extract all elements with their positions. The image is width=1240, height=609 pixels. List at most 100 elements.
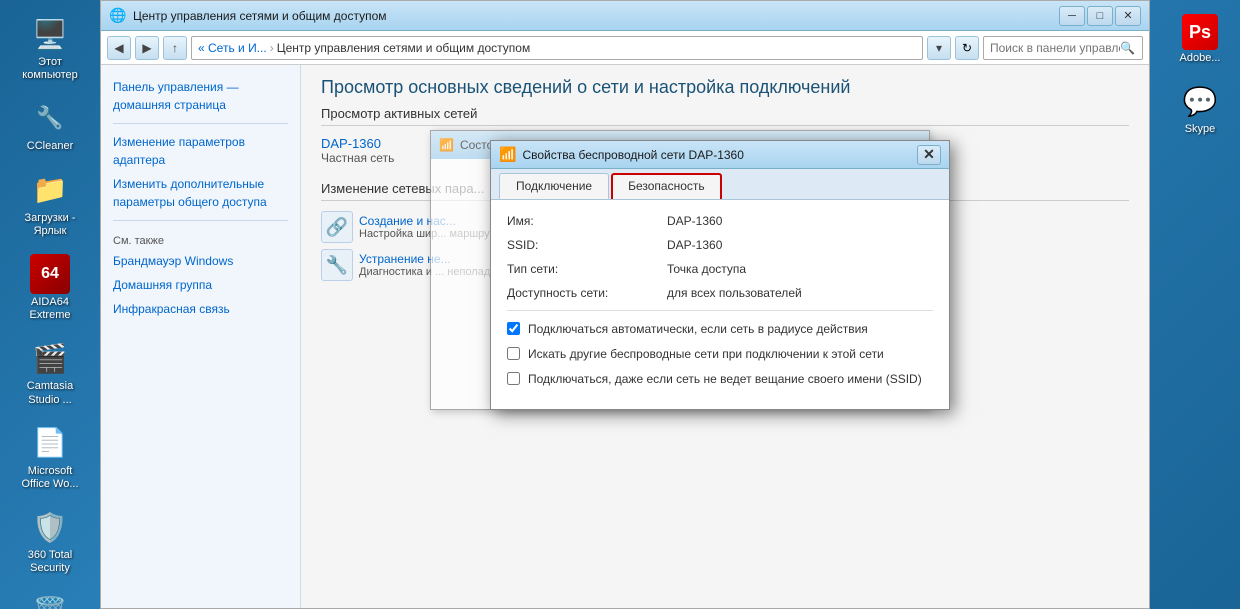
desktop: 🖥️ Этот компьютер 🔧 CCleaner 📁 Загрузки … (0, 0, 1240, 609)
checkbox-search-others: Искать другие беспроводные сети при подк… (507, 346, 933, 363)
page-title: Просмотр основных сведений о сети и наст… (321, 77, 1129, 98)
desktop-icon-label: Skype (1185, 123, 1216, 136)
desktop-icons-left: 🖥️ Этот компьютер 🔧 CCleaner 📁 Загрузки … (0, 0, 100, 609)
breadcrumb-current: Центр управления сетями и общим доступом (277, 41, 531, 55)
desktop-icon-this-computer[interactable]: 🖥️ Этот компьютер (10, 10, 90, 86)
sidebar-home-link[interactable]: Панель управления — домашняя страница (101, 75, 300, 117)
aida64-icon: 64 (30, 254, 70, 294)
search-icon: 🔍 (1120, 41, 1135, 55)
desktop-icon-ccleaner[interactable]: 🔧 CCleaner (10, 94, 90, 157)
field-label-name: Имя: (507, 214, 667, 228)
window-controls: ─ □ ✕ (1059, 6, 1141, 26)
close-button[interactable]: ✕ (1115, 6, 1141, 26)
sidebar: Панель управления — домашняя страница Из… (101, 65, 301, 608)
create-icon: 🔗 (321, 211, 353, 243)
dialog-title-bar: 📶 Свойства беспроводной сети DAP-1360 ✕ (491, 141, 949, 169)
desktop-icon-label: Adobe... (1180, 52, 1221, 65)
desktop-icon-label: 360 Total Security (14, 549, 86, 575)
tab-connection[interactable]: Подключение (499, 173, 609, 199)
breadcrumb-separator: › (270, 41, 274, 55)
checkbox-auto-connect-label[interactable]: Подключаться автоматически, если сеть в … (528, 321, 868, 338)
zagruzki-icon: 📁 (30, 170, 70, 210)
field-value-name: DAP-1360 (667, 214, 722, 228)
computer-icon: 🖥️ (30, 14, 70, 54)
up-button[interactable]: ↑ (163, 36, 187, 60)
checkbox-auto-connect-input[interactable] (507, 322, 520, 335)
checkbox-search-others-label[interactable]: Искать другие беспроводные сети при подк… (528, 346, 884, 363)
adobe-right-icon: Ps (1182, 14, 1218, 50)
sidebar-link-infrared[interactable]: Инфракрасная связь (101, 297, 300, 321)
window-icon: 🌐 (109, 7, 127, 25)
field-label-availability: Доступность сети: (507, 286, 667, 300)
desktop-icon-aida64[interactable]: 64 AIDA64 Extreme (10, 250, 90, 326)
checkbox-no-broadcast: Подключаться, даже если сеть не ведет ве… (507, 371, 933, 388)
desktop-icon-zagruzki[interactable]: 📁 Загрузки - Ярлык (10, 166, 90, 242)
desktop-icon-label: Этот компьютер (14, 56, 86, 82)
desktop-icon-ms-office[interactable]: 📄 Microsoft Office Wo... (10, 419, 90, 495)
maximize-button[interactable]: □ (1087, 6, 1113, 26)
sidebar-link-adapter[interactable]: Изменение параметров адаптера (101, 130, 300, 172)
security-icon: 🛡️ (30, 507, 70, 547)
dialog-icon: 📶 (499, 146, 516, 163)
dialog-close-button[interactable]: ✕ (917, 145, 941, 165)
dialog-row-name: Имя: DAP-1360 (507, 214, 933, 228)
sidebar-see-also: См. также (101, 227, 300, 249)
field-value-availability: для всех пользователей (667, 286, 802, 300)
desktop-icon-camtasia[interactable]: 🎬 Camtasia Studio ... (10, 334, 90, 410)
ccleaner-icon: 🔧 (30, 98, 70, 138)
checkbox-no-broadcast-label[interactable]: Подключаться, даже если сеть не ведет ве… (528, 371, 922, 388)
dialog-title: Свойства беспроводной сети DAP-1360 (522, 148, 917, 162)
network-name[interactable]: DAP-1360 (321, 136, 394, 151)
field-label-network-type: Тип сети: (507, 262, 667, 276)
sidebar-link-homegroup[interactable]: Домашняя группа (101, 273, 300, 297)
dialog-row-ssid: SSID: DAP-1360 (507, 238, 933, 252)
troubleshoot-icon: 🔧 (321, 249, 353, 281)
desktop-icon-skype[interactable]: 💬 Skype (1160, 77, 1240, 140)
search-box: 🔍 (983, 36, 1143, 60)
address-bar: ◀ ▶ ↑ « Сеть и И... › Центр управления с… (101, 31, 1149, 65)
window-title: Центр управления сетями и общим доступом (133, 9, 1059, 23)
desktop-icons-right: Ps Adobe... 💬 Skype (1160, 0, 1240, 609)
desktop-icon-label: Camtasia Studio ... (14, 380, 86, 406)
network-type: Частная сеть (321, 151, 394, 165)
behind-dialog-icon: 📶 (439, 138, 454, 152)
desktop-icon-label: Microsoft Office Wo... (14, 465, 86, 491)
sidebar-divider-2 (113, 220, 288, 221)
dialog-row-availability: Доступность сети: для всех пользователей (507, 286, 933, 300)
desktop-icon-label: CCleaner (27, 140, 73, 153)
field-label-ssid: SSID: (507, 238, 667, 252)
checkbox-no-broadcast-input[interactable] (507, 372, 520, 385)
desktop-icon-korzina[interactable]: 🗑️ Корзина (10, 587, 90, 609)
desktop-icon-360security[interactable]: 🛡️ 360 Total Security (10, 503, 90, 579)
window-title-bar: 🌐 Центр управления сетями и общим доступ… (101, 1, 1149, 31)
sidebar-link-sharing[interactable]: Изменить дополнительные параметры общего… (101, 172, 300, 214)
dialog-divider (507, 310, 933, 311)
trash-icon: 🗑️ (30, 591, 70, 609)
dropdown-button[interactable]: ▾ (927, 36, 951, 60)
field-value-ssid: DAP-1360 (667, 238, 722, 252)
dialog-row-network-type: Тип сети: Точка доступа (507, 262, 933, 276)
dialog-tabs: Подключение Безопасность (491, 169, 949, 200)
address-path[interactable]: « Сеть и И... › Центр управления сетями … (191, 36, 923, 60)
sidebar-divider-1 (113, 123, 288, 124)
checkbox-auto-connect: Подключаться автоматически, если сеть в … (507, 321, 933, 338)
section-active-networks: Просмотр активных сетей (321, 106, 1129, 126)
checkbox-search-others-input[interactable] (507, 347, 520, 360)
breadcrumb-network[interactable]: « Сеть и И... (198, 41, 267, 55)
wifi-dialog: 📶 Свойства беспроводной сети DAP-1360 ✕ … (490, 140, 950, 410)
field-value-network-type: Точка доступа (667, 262, 746, 276)
sidebar-link-firewall[interactable]: Брандмауэр Windows (101, 249, 300, 273)
desktop-icon-adobe-right[interactable]: Ps Adobe... (1160, 10, 1240, 69)
search-input[interactable] (990, 41, 1120, 55)
back-button[interactable]: ◀ (107, 36, 131, 60)
desktop-icon-label: AIDA64 Extreme (14, 296, 86, 322)
desktop-icon-label: Загрузки - Ярлык (14, 212, 86, 238)
tab-security[interactable]: Безопасность (611, 173, 722, 199)
forward-button[interactable]: ▶ (135, 36, 159, 60)
minimize-button[interactable]: ─ (1059, 6, 1085, 26)
office-icon: 📄 (30, 423, 70, 463)
refresh-button[interactable]: ↻ (955, 36, 979, 60)
skype-icon: 💬 (1180, 81, 1220, 121)
dialog-content: Имя: DAP-1360 SSID: DAP-1360 Тип сети: Т… (491, 200, 949, 409)
camtasia-icon: 🎬 (30, 338, 70, 378)
